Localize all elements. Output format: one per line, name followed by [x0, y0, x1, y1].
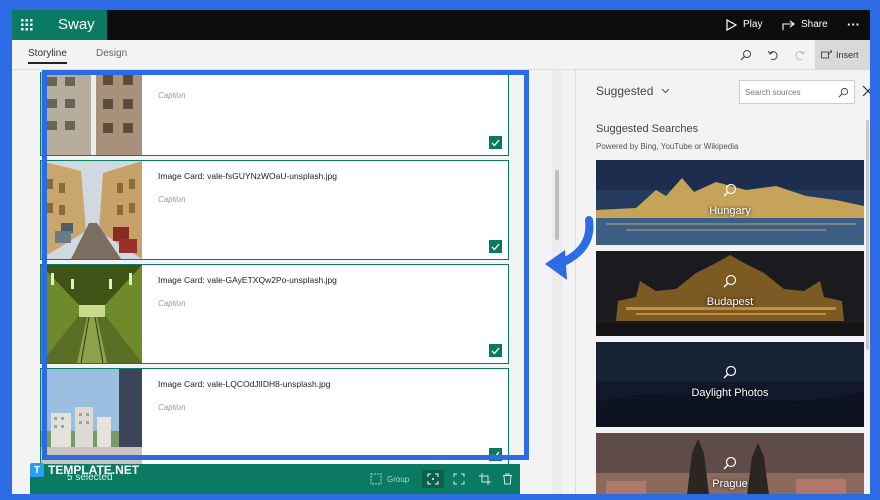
- suggestion-tile[interactable]: Budapest: [596, 251, 864, 336]
- focus-points-icon[interactable]: [448, 470, 470, 488]
- card-caption[interactable]: Caption: [158, 91, 186, 100]
- tile-label: Budapest: [706, 296, 754, 308]
- image-card[interactable]: Caption: [40, 72, 509, 156]
- watermark: T TEMPLATE.NET: [30, 460, 139, 480]
- undo-icon[interactable]: [765, 47, 781, 63]
- emphasis-icon[interactable]: [422, 470, 444, 488]
- tab-design[interactable]: Design: [96, 48, 127, 59]
- search-icon: [723, 274, 737, 288]
- insert-button[interactable]: Insert: [815, 40, 870, 70]
- tile-background: [596, 251, 864, 336]
- tile-background: [596, 160, 864, 245]
- share-label: Share: [801, 19, 828, 30]
- checkmark-icon: [491, 139, 500, 146]
- more-options-button[interactable]: ···: [847, 10, 860, 40]
- checkbox-checked[interactable]: [489, 344, 502, 357]
- play-label: Play: [743, 19, 763, 30]
- powered-by-text: Powered by Bing, YouTube or Wikipedia: [596, 142, 739, 151]
- search-icon[interactable]: [738, 47, 754, 63]
- tile-label: Prague: [712, 478, 748, 490]
- suggested-label: Suggested: [596, 84, 654, 98]
- storyline-panel: Caption Image Card: vale-fsGUYNzWOaU-uns: [30, 72, 510, 494]
- tile-background: [596, 342, 864, 427]
- title-bar: Sway Play Share ···: [12, 10, 870, 40]
- image-card[interactable]: Image Card: vale-fsGUYNzWOaU-unsplash.jp…: [40, 160, 509, 260]
- sway-window: Sway Play Share ··· Storyline Design Ins…: [12, 10, 870, 494]
- share-icon: [782, 20, 795, 30]
- group-button[interactable]: Group: [370, 470, 418, 488]
- checkmark-icon: [491, 243, 500, 250]
- search-icon: [723, 456, 737, 470]
- watermark-text: TEMPLATE.NET: [48, 463, 140, 477]
- card-caption[interactable]: Caption: [158, 195, 186, 204]
- tab-bar: Storyline Design Insert: [12, 40, 870, 70]
- curved-arrow-icon: [545, 216, 594, 280]
- chevron-down-icon: [662, 88, 670, 94]
- suggestion-tile[interactable]: Prague: [596, 433, 864, 494]
- search-icon[interactable]: [838, 87, 849, 98]
- suggestion-tile[interactable]: Daylight Photos: [596, 342, 864, 427]
- card-thumbnail: [41, 72, 142, 155]
- insert-icon: [821, 50, 832, 59]
- search-icon: [723, 365, 737, 379]
- insert-label: Insert: [836, 50, 859, 60]
- suggested-scrollbar[interactable]: [864, 120, 870, 350]
- suggested-panel: Suggested Search sources Suggested Searc…: [575, 70, 870, 494]
- close-icon[interactable]: [861, 84, 870, 98]
- play-icon: [726, 19, 737, 31]
- card-title[interactable]: Image Card: vale-fsGUYNzWOaU-unsplash.jp…: [158, 171, 337, 181]
- suggestion-tile[interactable]: Hungary: [596, 160, 864, 245]
- scrollbar-thumb[interactable]: [866, 120, 869, 350]
- suggested-searches-title: Suggested Searches: [596, 123, 699, 135]
- tab-storyline[interactable]: Storyline: [28, 48, 67, 64]
- group-icon: [370, 473, 382, 485]
- play-button[interactable]: Play: [726, 10, 762, 40]
- card-caption[interactable]: Caption: [158, 299, 186, 308]
- redo-icon[interactable]: [792, 47, 808, 63]
- checkbox-checked[interactable]: [489, 136, 502, 149]
- card-thumbnail: [41, 265, 142, 363]
- share-button[interactable]: Share: [782, 10, 828, 40]
- checkbox-checked[interactable]: [489, 240, 502, 253]
- checkmark-icon: [491, 451, 500, 458]
- card-title[interactable]: Image Card: vale-LQCOdJlIDH8-unsplash.jp…: [158, 379, 330, 389]
- checkbox-checked[interactable]: [489, 448, 502, 461]
- delete-icon[interactable]: [496, 470, 518, 488]
- group-label: Group: [387, 474, 410, 484]
- search-icon: [723, 183, 737, 197]
- checkmark-icon: [491, 347, 500, 354]
- card-thumbnail: [41, 369, 142, 467]
- search-sources-input[interactable]: Search sources: [739, 80, 855, 104]
- tile-label: Daylight Photos: [691, 387, 769, 399]
- card-title[interactable]: Image Card: vale-GAyETXQw2Po-unsplash.jp…: [158, 275, 337, 285]
- image-card[interactable]: Image Card: vale-GAyETXQw2Po-unsplash.jp…: [40, 264, 509, 364]
- app-launcher-icon[interactable]: [12, 10, 42, 40]
- app-name: Sway: [42, 10, 107, 40]
- card-thumbnail: [41, 161, 142, 259]
- card-caption[interactable]: Caption: [158, 403, 186, 412]
- tile-label: Hungary: [709, 205, 751, 217]
- watermark-logo: T: [30, 463, 44, 477]
- search-placeholder: Search sources: [745, 87, 801, 97]
- crop-icon[interactable]: [474, 470, 496, 488]
- suggested-dropdown[interactable]: Suggested: [596, 84, 670, 98]
- image-card[interactable]: Image Card: vale-LQCOdJlIDH8-unsplash.jp…: [40, 368, 509, 468]
